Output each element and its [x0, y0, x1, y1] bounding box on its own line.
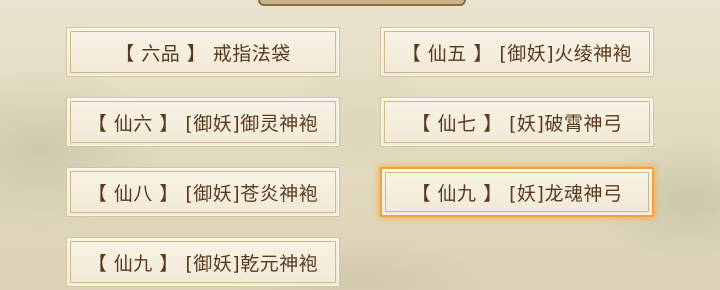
item-button-xianliu-yuling-shenpao[interactable]: 【 仙六 】 [御妖]御灵神袍: [66, 97, 340, 147]
item-label: 【 六品 】 戒指法袋: [115, 42, 291, 65]
item-label: 【 仙七 】 [妖]破霄神弓: [411, 112, 623, 135]
item-button-liupin-jiezhi-fadai[interactable]: 【 六品 】 戒指法袋: [66, 27, 340, 77]
item-button-xianba-cangyan-shenpao[interactable]: 【 仙八 】 [御妖]苍炎神袍: [66, 167, 340, 217]
item-button-xianqi-poxiao-shengong[interactable]: 【 仙七 】 [妖]破霄神弓: [380, 97, 654, 147]
item-label: 【 仙九 】 [妖]龙魂神弓: [411, 182, 623, 205]
top-tab-edge: [258, 0, 466, 6]
item-label: 【 仙八 】 [御妖]苍炎神袍: [87, 182, 319, 205]
item-label: 【 仙九 】 [御妖]乾元神袍: [87, 252, 319, 275]
item-button-xianjiu-qianyuan-shenpao[interactable]: 【 仙九 】 [御妖]乾元神袍: [66, 237, 340, 287]
item-button-xianjiu-longhun-shengong[interactable]: 【 仙九 】 [妖]龙魂神弓: [380, 167, 654, 217]
item-label: 【 仙六 】 [御妖]御灵神袍: [87, 112, 319, 135]
item-label: 【 仙五 】 [御妖]火绫神袍: [401, 42, 633, 65]
item-button-xianwu-huoling-shenpao[interactable]: 【 仙五 】 [御妖]火绫神袍: [380, 27, 654, 77]
